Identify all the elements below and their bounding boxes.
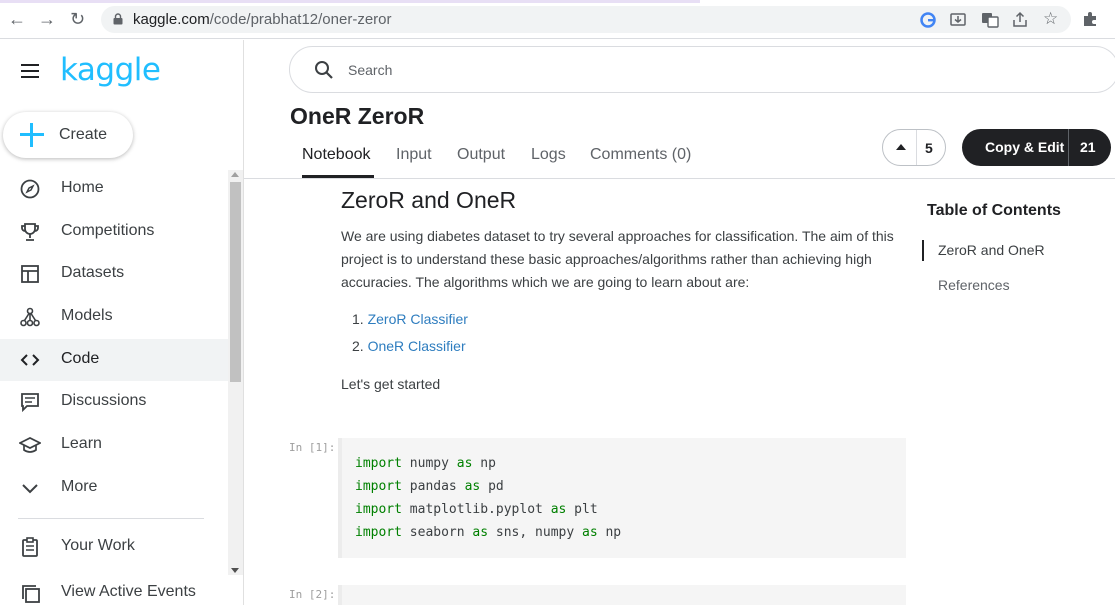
code-line: import matplotlib.pyplot as plt xyxy=(355,502,598,517)
upvote-separator xyxy=(916,130,917,165)
code-cell[interactable]: import numpy as np import pandas as pd i… xyxy=(342,438,906,558)
hamburger-menu-icon[interactable] xyxy=(21,64,39,78)
upvote-arrow-icon xyxy=(896,144,906,150)
sidebar-item-label: Learn xyxy=(61,435,102,452)
create-button[interactable]: Create xyxy=(3,112,133,158)
toc-active-indicator xyxy=(922,240,924,261)
google-icon[interactable] xyxy=(919,11,937,29)
kaggle-logo[interactable]: kaggle xyxy=(60,52,161,88)
back-icon[interactable]: ← xyxy=(8,9,26,30)
sidebar-item-code[interactable]: Code xyxy=(0,339,228,381)
sidebar-item-discussions[interactable]: Discussions xyxy=(0,381,228,423)
upvote-button[interactable]: 5 xyxy=(882,129,946,166)
install-app-icon[interactable] xyxy=(949,11,967,29)
sidebar-item-your-work[interactable]: Your Work xyxy=(0,526,228,568)
browser-toolbar: ← → ↻ kaggle.com/code/prabhat12/oner-zer… xyxy=(0,0,1115,39)
sidebar-item-label: View Active Events xyxy=(61,583,196,600)
sidebar-item-label: Code xyxy=(61,350,100,367)
sidebar-item-datasets[interactable]: Datasets xyxy=(0,253,228,295)
sidebar-item-home[interactable]: Home xyxy=(0,168,228,210)
clipboard-icon xyxy=(22,537,38,557)
sidebar-scrollbar[interactable] xyxy=(228,170,243,575)
header-divider xyxy=(244,178,1115,179)
chevron-down-icon xyxy=(22,484,38,494)
toc-item-references[interactable]: References xyxy=(938,277,1010,293)
list-number: 1. xyxy=(352,311,364,327)
discussions-icon xyxy=(21,393,39,413)
forward-icon[interactable]: → xyxy=(38,9,56,30)
sidebar-item-label: Home xyxy=(61,179,104,196)
code-line: import numpy as np xyxy=(355,456,496,471)
translate-icon[interactable] xyxy=(981,11,999,29)
code-line: import pandas as pd xyxy=(355,479,504,494)
url-text: kaggle.com/code/prabhat12/oner-zeror xyxy=(133,11,392,28)
sidebar-divider xyxy=(18,518,204,519)
notebook-heading: ZeroR and OneR xyxy=(341,187,517,213)
list-number: 2. xyxy=(352,338,364,354)
sidebar: kaggle Create Home Competitions Datasets xyxy=(0,40,244,605)
tab-logs[interactable]: Logs xyxy=(531,146,566,164)
copy-and-edit-button[interactable]: Copy & Edit 21 xyxy=(962,129,1111,166)
cell-prompt: In [2]: xyxy=(289,588,336,601)
search-bar[interactable]: Search xyxy=(289,46,1115,93)
copy-edit-separator xyxy=(1068,129,1069,166)
notebook-outro: Let's get started xyxy=(341,376,441,392)
lock-icon xyxy=(113,13,123,25)
bookmark-star-icon[interactable]: ☆ xyxy=(1043,9,1061,28)
scroll-up-arrow-icon[interactable] xyxy=(231,172,239,177)
sidebar-item-models[interactable]: Models xyxy=(0,296,228,338)
tab-comments[interactable]: Comments (0) xyxy=(590,146,691,164)
sidebar-item-view-active-events[interactable]: View Active Events xyxy=(0,572,228,614)
tab-input[interactable]: Input xyxy=(396,146,432,164)
sidebar-item-label: Models xyxy=(61,307,113,324)
share-icon[interactable] xyxy=(1011,11,1029,29)
copy-edit-count: 21 xyxy=(1080,139,1096,155)
code-line: import seaborn as sns, numpy as np xyxy=(355,525,622,540)
toc-item-zeror-and-oner[interactable]: ZeroR and OneR xyxy=(938,242,1045,258)
sidebar-item-learn[interactable]: Learn xyxy=(0,424,228,466)
sidebar-item-label: Datasets xyxy=(61,264,125,281)
toc-title: Table of Contents xyxy=(927,202,1061,219)
code-cell[interactable] xyxy=(342,585,906,605)
sidebar-item-label: Your Work xyxy=(61,537,135,554)
sidebar-item-more[interactable]: More xyxy=(0,467,228,509)
search-placeholder: Search xyxy=(348,62,393,78)
plus-icon xyxy=(19,122,45,148)
page-title: OneR ZeroR xyxy=(290,103,425,129)
create-button-label: Create xyxy=(59,126,108,143)
oner-classifier-link[interactable]: OneR Classifier xyxy=(368,338,466,354)
notebook-intro-paragraph: We are using diabetes dataset to try sev… xyxy=(341,228,894,290)
graduation-cap-icon xyxy=(19,437,41,453)
zeror-classifier-link[interactable]: ZeroR Classifier xyxy=(368,311,468,327)
sidebar-item-label: Discussions xyxy=(61,392,147,409)
list-item: 2. OneR Classifier xyxy=(352,338,466,354)
code-icon xyxy=(20,354,40,366)
trophy-icon xyxy=(21,223,39,241)
scroll-down-arrow-icon[interactable] xyxy=(231,568,239,573)
models-icon xyxy=(20,307,40,327)
tab-notebook[interactable]: Notebook xyxy=(302,146,371,164)
events-icon xyxy=(22,585,40,603)
browser-menu-icon[interactable]: ⋮ xyxy=(1108,8,1115,28)
scrollbar-thumb[interactable] xyxy=(230,182,241,382)
sidebar-item-label: More xyxy=(61,478,98,495)
list-item: 1. ZeroR Classifier xyxy=(352,311,468,327)
compass-icon xyxy=(20,179,40,199)
tab-strip-edge xyxy=(0,0,700,3)
tab-output[interactable]: Output xyxy=(457,146,505,164)
extensions-icon[interactable] xyxy=(1081,10,1099,28)
sidebar-item-competitions[interactable]: Competitions xyxy=(0,211,228,253)
address-bar[interactable]: kaggle.com/code/prabhat12/oner-zeror ☆ xyxy=(101,6,1071,33)
copy-edit-label: Copy & Edit xyxy=(985,139,1065,155)
table-icon xyxy=(21,265,39,283)
upvote-count: 5 xyxy=(925,140,933,156)
sidebar-item-label: Competitions xyxy=(61,222,155,239)
search-icon xyxy=(315,61,333,79)
reload-icon[interactable]: ↻ xyxy=(70,9,85,30)
cell-prompt: In [1]: xyxy=(289,441,336,454)
